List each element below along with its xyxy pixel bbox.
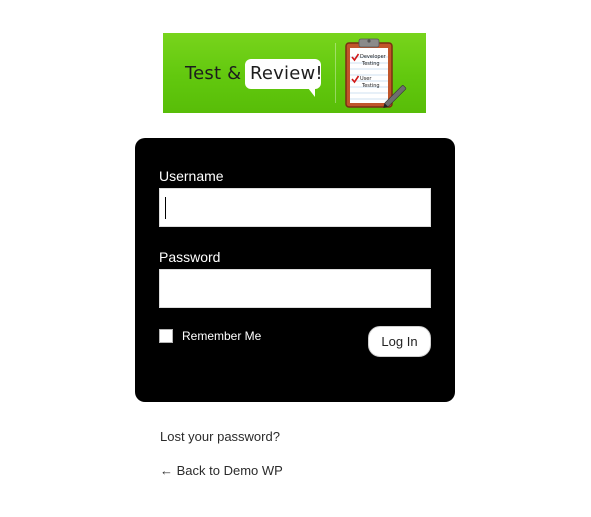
login-form: Username Password Remember Me Log In xyxy=(135,138,455,402)
text-caret xyxy=(165,197,166,219)
remember-me[interactable]: Remember Me xyxy=(159,329,261,343)
password-input[interactable] xyxy=(159,269,431,308)
logo-text-review: Review! xyxy=(250,63,323,84)
clipboard-icon: Developer Testing User Testing xyxy=(345,38,407,108)
logo-divider xyxy=(335,43,336,103)
logo-text-test: Test & xyxy=(185,63,242,84)
svg-text:Testing: Testing xyxy=(361,83,380,89)
svg-text:Testing: Testing xyxy=(361,61,380,67)
login-page: Test & Review! Developer Testing User Te… xyxy=(0,0,591,517)
svg-text:Developer: Developer xyxy=(360,54,387,60)
username-input[interactable] xyxy=(159,188,431,227)
lost-password-link[interactable]: Lost your password? xyxy=(160,429,280,444)
remember-me-label[interactable]: Remember Me xyxy=(182,329,261,343)
site-logo[interactable]: Test & Review! Developer Testing User Te… xyxy=(163,33,426,113)
username-label: Username xyxy=(159,168,224,184)
login-button[interactable]: Log In xyxy=(368,326,431,357)
svg-text:User: User xyxy=(360,76,372,82)
back-to-site-link[interactable]: ← Back to Demo WP xyxy=(160,463,283,478)
password-label: Password xyxy=(159,249,221,265)
logo-speech-bubble: Review! xyxy=(245,59,323,97)
remember-me-checkbox[interactable] xyxy=(159,329,173,343)
